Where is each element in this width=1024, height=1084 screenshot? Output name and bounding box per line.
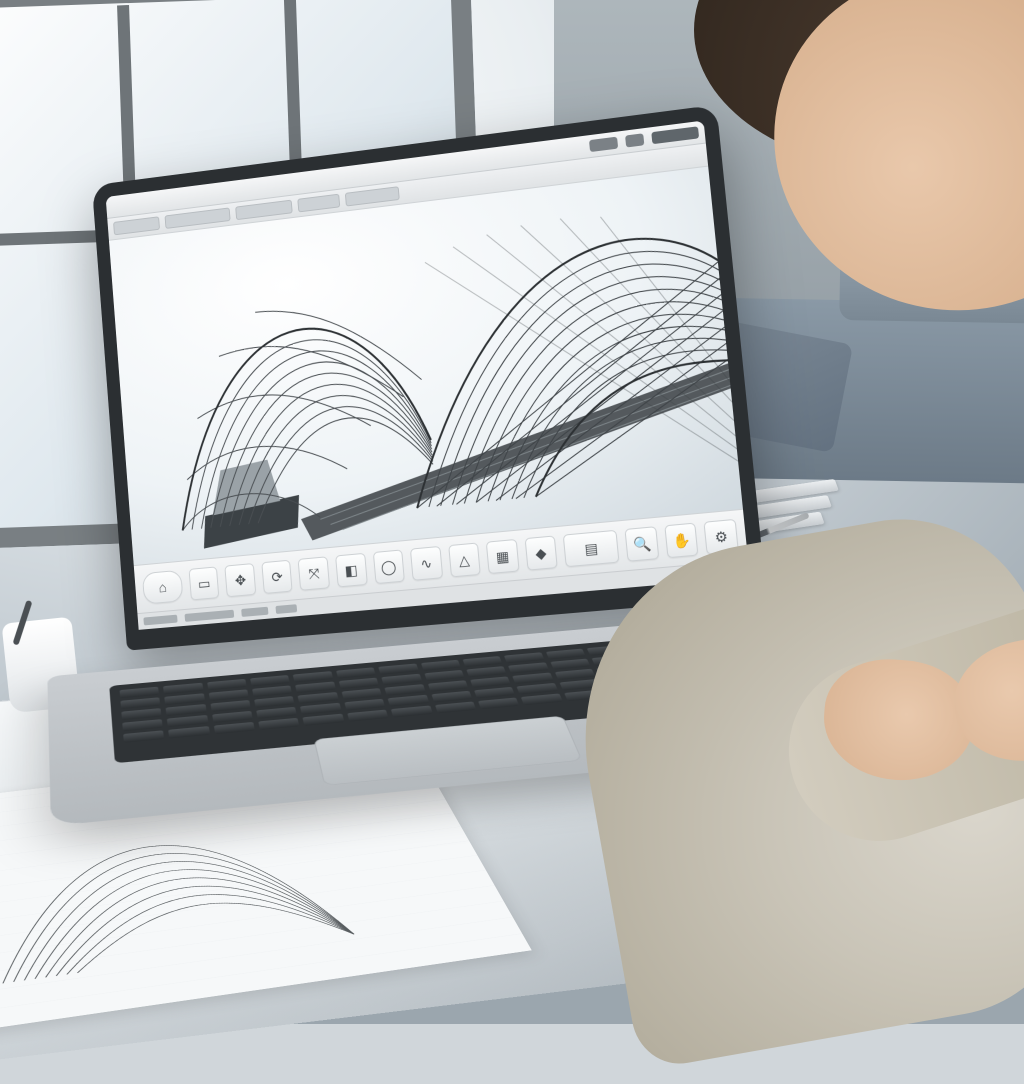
title-control[interactable]	[651, 126, 699, 144]
tool-button[interactable]: ✋	[664, 523, 699, 559]
material-icon: ◆	[535, 544, 547, 562]
render-icon: ▤	[584, 539, 599, 558]
select-icon: ▭	[197, 574, 211, 592]
laptop-display: ⌂ ▭ ✥ ⟳ ⤧ ◧ ◯ ∿ △ ▦ ◆ ▤ 🔍 ✋ ⚙	[92, 105, 767, 651]
mesh-icon: ▦	[495, 547, 510, 565]
home-icon: ⌂	[158, 579, 167, 595]
ribbon-group[interactable]	[297, 194, 340, 213]
curve-icon: ∿	[420, 554, 433, 572]
tool-button[interactable]: ⤧	[298, 556, 330, 591]
settings-icon: ⚙	[714, 527, 729, 546]
title-control[interactable]	[625, 133, 644, 147]
ribbon-group[interactable]	[235, 200, 293, 221]
tool-button[interactable]: ∿	[410, 546, 443, 581]
sphere-icon: ◯	[380, 558, 397, 576]
rotate-icon: ⟳	[271, 568, 284, 586]
tool-button[interactable]: ✥	[225, 563, 256, 597]
laptop: ⌂ ▭ ✥ ⟳ ⤧ ◧ ◯ ∿ △ ▦ ◆ ▤ 🔍 ✋ ⚙	[92, 142, 740, 624]
ribbon-group[interactable]	[165, 207, 231, 229]
tool-button[interactable]: ▤	[563, 530, 620, 568]
ribbon-group[interactable]	[113, 216, 160, 235]
box-icon: ◧	[344, 561, 358, 579]
status-chip	[275, 604, 297, 614]
tool-button[interactable]: △	[448, 542, 481, 577]
tool-button[interactable]: ⟳	[261, 560, 293, 594]
loft-icon: △	[458, 551, 470, 569]
status-chip	[143, 615, 177, 626]
status-chip	[185, 610, 235, 622]
tool-button[interactable]: ⚙	[704, 519, 739, 555]
ribbon-group[interactable]	[345, 186, 400, 206]
scale-icon: ⤧	[308, 565, 320, 583]
tool-button[interactable]: ◆	[524, 535, 558, 570]
move-icon: ✥	[234, 571, 246, 589]
cad-application: ⌂ ▭ ✥ ⟳ ⤧ ◧ ◯ ∿ △ ▦ ◆ ▤ 🔍 ✋ ⚙	[106, 121, 750, 630]
tool-button[interactable]: 🔍	[625, 526, 659, 562]
tool-button[interactable]: ▦	[486, 539, 519, 574]
wall-frame	[842, 48, 964, 210]
tool-button[interactable]: ◯	[372, 549, 405, 584]
tool-button[interactable]: ◧	[335, 553, 367, 588]
pan-icon: ✋	[672, 531, 692, 550]
tool-button[interactable]: ⌂	[142, 570, 184, 605]
status-chip	[701, 565, 743, 577]
tool-button[interactable]: ▭	[188, 566, 219, 600]
zoom-icon: 🔍	[632, 534, 652, 553]
title-control[interactable]	[589, 137, 618, 152]
status-chip	[241, 607, 268, 617]
